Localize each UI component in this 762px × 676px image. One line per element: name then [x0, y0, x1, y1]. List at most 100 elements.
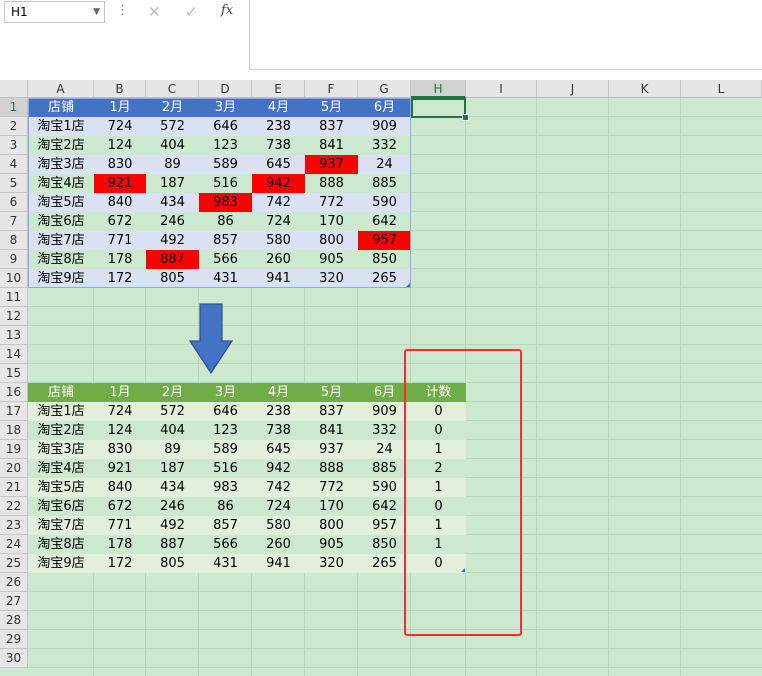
table1-cell[interactable]: 724 — [252, 212, 305, 231]
table1-cell[interactable]: 淘宝7店 — [28, 231, 94, 250]
row-header-5[interactable]: 5 — [0, 174, 28, 193]
table2-cell[interactable]: 431 — [199, 554, 252, 573]
table1-cell[interactable]: 589 — [199, 155, 252, 174]
table1-cell[interactable]: 580 — [252, 231, 305, 250]
table1-highlighted-cell[interactable]: 921 — [94, 174, 146, 193]
table1-cell[interactable]: 738 — [252, 136, 305, 155]
table1-resize-handle[interactable] — [406, 283, 410, 287]
table2-cell[interactable]: 857 — [199, 516, 252, 535]
name-box[interactable]: H1 ▼ — [4, 1, 105, 23]
table1-cell[interactable]: 170 — [305, 212, 358, 231]
table1-header-cell[interactable]: 店铺 — [28, 98, 94, 117]
table1-cell[interactable]: 123 — [199, 136, 252, 155]
fill-handle[interactable] — [462, 114, 469, 121]
table2-cell[interactable]: 淘宝7店 — [28, 516, 94, 535]
table2-header-cell[interactable]: 店铺 — [28, 383, 94, 402]
table2-cell[interactable]: 123 — [199, 421, 252, 440]
more-options-icon[interactable]: ⋮ — [116, 3, 129, 18]
table1-cell[interactable]: 566 — [199, 250, 252, 269]
column-header-I[interactable]: I — [466, 80, 537, 98]
table2-cell[interactable]: 170 — [305, 497, 358, 516]
table2-cell[interactable]: 937 — [305, 440, 358, 459]
table1-cell[interactable]: 124 — [94, 136, 146, 155]
table1-cell[interactable]: 404 — [146, 136, 199, 155]
table2-cell[interactable]: 434 — [146, 478, 199, 497]
table2-cell[interactable]: 887 — [146, 535, 199, 554]
table1-cell[interactable]: 672 — [94, 212, 146, 231]
table1-highlighted-cell[interactable]: 942 — [252, 174, 305, 193]
table2-cell[interactable]: 492 — [146, 516, 199, 535]
table1-cell[interactable]: 857 — [199, 231, 252, 250]
table1-highlighted-cell[interactable]: 983 — [199, 193, 252, 212]
table2-cell[interactable]: 830 — [94, 440, 146, 459]
table2-cell[interactable]: 淘宝5店 — [28, 478, 94, 497]
table1-cell[interactable]: 260 — [252, 250, 305, 269]
table1-cell[interactable]: 742 — [252, 193, 305, 212]
column-header-E[interactable]: E — [252, 80, 305, 98]
table2-cell[interactable]: 淘宝3店 — [28, 440, 94, 459]
table2-cell[interactable]: 246 — [146, 497, 199, 516]
table1-cell[interactable]: 淘宝6店 — [28, 212, 94, 231]
table1-cell[interactable]: 淘宝4店 — [28, 174, 94, 193]
table2-cell[interactable]: 840 — [94, 478, 146, 497]
table1-header-cell[interactable]: 5月 — [305, 98, 358, 117]
table2-cell[interactable]: 983 — [199, 478, 252, 497]
table1-cell[interactable]: 642 — [358, 212, 411, 231]
column-header-H[interactable]: H — [411, 80, 466, 98]
row-header-16[interactable]: 16 — [0, 383, 28, 402]
chevron-down-icon[interactable]: ▼ — [93, 2, 100, 22]
table2-cell[interactable]: 646 — [199, 402, 252, 421]
table2-cell[interactable]: 淘宝8店 — [28, 535, 94, 554]
table1-cell[interactable]: 850 — [358, 250, 411, 269]
table2-cell[interactable]: 724 — [94, 402, 146, 421]
table2-cell[interactable]: 淘宝6店 — [28, 497, 94, 516]
table2-cell[interactable]: 178 — [94, 535, 146, 554]
table2-cell[interactable]: 淘宝4店 — [28, 459, 94, 478]
table2-header-cell[interactable]: 4月 — [252, 383, 305, 402]
table1-cell[interactable]: 805 — [146, 269, 199, 288]
table1-cell[interactable]: 淘宝3店 — [28, 155, 94, 174]
table1-cell[interactable]: 830 — [94, 155, 146, 174]
row-header-22[interactable]: 22 — [0, 497, 28, 516]
row-header-13[interactable]: 13 — [0, 326, 28, 345]
row-header-8[interactable]: 8 — [0, 231, 28, 250]
table2-cell[interactable]: 86 — [199, 497, 252, 516]
table2-cell[interactable]: 89 — [146, 440, 199, 459]
table1-cell[interactable]: 888 — [305, 174, 358, 193]
row-header-7[interactable]: 7 — [0, 212, 28, 231]
row-header-25[interactable]: 25 — [0, 554, 28, 573]
column-header-A[interactable]: A — [28, 80, 94, 98]
row-header-9[interactable]: 9 — [0, 250, 28, 269]
table2-cell[interactable]: 589 — [199, 440, 252, 459]
table1-highlighted-cell[interactable]: 937 — [305, 155, 358, 174]
table2-cell[interactable]: 905 — [305, 535, 358, 554]
table2-cell[interactable]: 742 — [252, 478, 305, 497]
table1-cell[interactable]: 905 — [305, 250, 358, 269]
table2-cell[interactable]: 淘宝1店 — [28, 402, 94, 421]
table1-cell[interactable]: 590 — [358, 193, 411, 212]
row-header-18[interactable]: 18 — [0, 421, 28, 440]
table1-cell[interactable]: 841 — [305, 136, 358, 155]
column-header-J[interactable]: J — [537, 80, 609, 98]
table2-cell[interactable]: 238 — [252, 402, 305, 421]
table1-cell[interactable]: 840 — [94, 193, 146, 212]
table1-cell[interactable]: 86 — [199, 212, 252, 231]
cancel-icon[interactable]: ✕ — [148, 3, 161, 21]
table1-cell[interactable]: 645 — [252, 155, 305, 174]
table1-cell[interactable]: 淘宝9店 — [28, 269, 94, 288]
table2-cell[interactable]: 941 — [252, 554, 305, 573]
column-header-D[interactable]: D — [199, 80, 252, 98]
table1-cell[interactable]: 238 — [252, 117, 305, 136]
table1-cell[interactable]: 431 — [199, 269, 252, 288]
row-header-29[interactable]: 29 — [0, 630, 28, 649]
table1-cell[interactable]: 516 — [199, 174, 252, 193]
table1-cell[interactable]: 265 — [358, 269, 411, 288]
row-header-11[interactable]: 11 — [0, 288, 28, 307]
table1-cell[interactable]: 24 — [358, 155, 411, 174]
table1-header-cell[interactable]: 6月 — [358, 98, 411, 117]
table2-cell[interactable]: 580 — [252, 516, 305, 535]
table1-cell[interactable]: 320 — [305, 269, 358, 288]
row-header-30[interactable]: 30 — [0, 649, 28, 668]
column-header-G[interactable]: G — [358, 80, 411, 98]
table2-cell[interactable]: 404 — [146, 421, 199, 440]
